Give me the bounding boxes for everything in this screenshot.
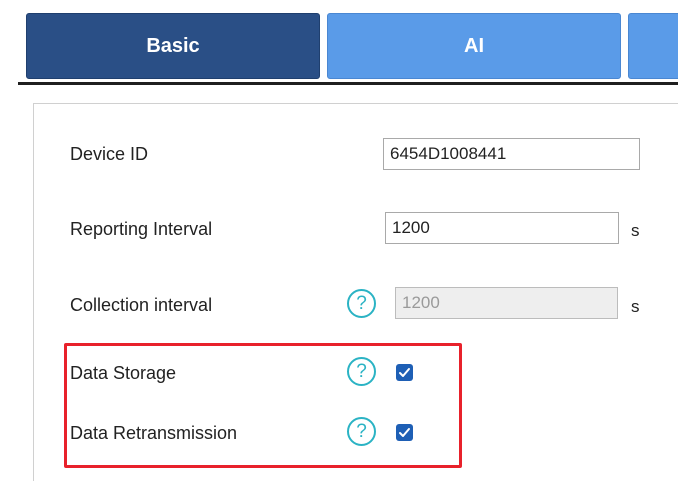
collection-interval-label: Collection interval: [70, 295, 213, 315]
question-circle-icon[interactable]: ?: [347, 357, 376, 386]
tab-divider: [18, 82, 678, 85]
question-circle-icon[interactable]: ?: [347, 289, 376, 318]
tab-ai[interactable]: AI: [327, 13, 621, 79]
data-storage-label: Data Storage: [70, 363, 177, 383]
data-storage-checkbox[interactable]: [396, 364, 413, 381]
device-id-label: Device ID: [70, 144, 149, 164]
collection-interval-unit: s: [631, 297, 640, 316]
tab-basic[interactable]: Basic: [26, 13, 320, 79]
tab-bar: Basic AI: [0, 0, 678, 86]
data-retransmission-checkbox[interactable]: [396, 424, 413, 441]
question-circle-icon[interactable]: ?: [347, 417, 376, 446]
device-id-field[interactable]: 6454D1008441: [383, 138, 640, 170]
reporting-interval-unit: s: [631, 221, 640, 240]
checkmark-icon: [399, 428, 410, 437]
collection-interval-field: 1200: [395, 287, 618, 319]
checkmark-icon: [399, 368, 410, 377]
data-retransmission-label: Data Retransmission: [70, 423, 238, 443]
reporting-interval-field[interactable]: 1200: [385, 212, 619, 244]
reporting-interval-label: Reporting Interval: [70, 219, 213, 239]
tab-next[interactable]: [628, 13, 678, 79]
